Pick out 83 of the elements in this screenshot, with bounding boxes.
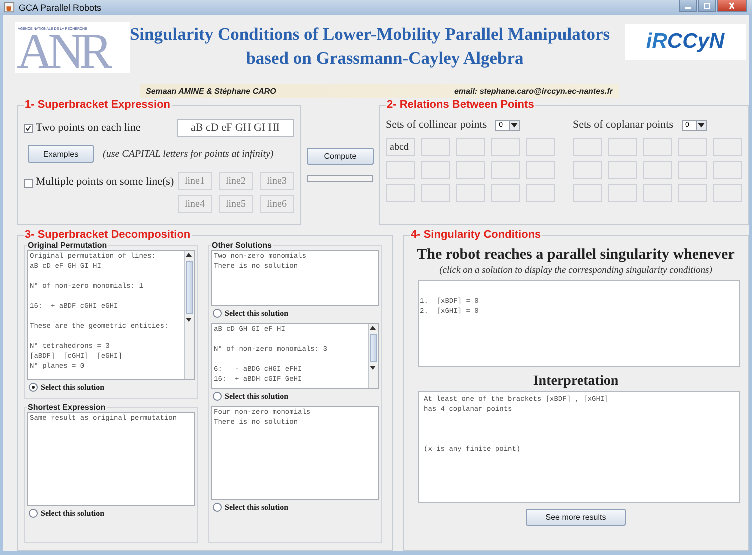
scrollbar[interactable] xyxy=(184,251,194,379)
sets-label: Sets of collinear points xyxy=(386,119,488,131)
caret-icon xyxy=(509,120,520,130)
expression-field[interactable]: aB cD eF GH GI HI xyxy=(177,119,294,137)
radio-button[interactable] xyxy=(213,392,222,400)
sets-label: Sets of coplanar points xyxy=(573,119,674,131)
section-title: 4- Singularity Conditions xyxy=(410,229,542,241)
app-title: based on Grassmann-Cayley Algebra xyxy=(245,47,525,70)
point-set-field[interactable] xyxy=(643,184,672,202)
hint-text: (use CAPITAL letters for points at infinity) xyxy=(103,148,274,160)
point-set-field[interactable] xyxy=(386,161,415,179)
point-set-field[interactable] xyxy=(421,184,450,202)
point-set-field[interactable]: abcd xyxy=(386,138,415,156)
scroll-up-icon[interactable] xyxy=(369,324,377,332)
section-title: 1- Superbracket Expression xyxy=(24,99,172,111)
point-set-field[interactable] xyxy=(713,138,742,156)
checkbox-label: Two points on each line xyxy=(36,122,141,134)
hint-text: (click on a solution to display the corresponding singularity conditions) xyxy=(438,266,714,276)
section-title: 2- Relations Between Points xyxy=(386,99,536,111)
point-set-field[interactable] xyxy=(421,138,450,156)
caret-icon xyxy=(696,120,706,130)
point-set-field[interactable] xyxy=(526,161,555,179)
logo-letters: CCyN xyxy=(667,30,725,54)
authors-text: Semaan AMINE & Stéphane CARO xyxy=(146,86,276,96)
point-set-field[interactable] xyxy=(678,138,707,156)
email-text: email: stephane.caro@irccyn.ec-nantes.fr xyxy=(454,86,613,96)
scroll-up-icon[interactable] xyxy=(185,251,193,259)
point-set-field[interactable] xyxy=(526,138,555,156)
close-button[interactable] xyxy=(717,0,747,12)
conditions-heading: The robot reaches a parallel singularity whenever xyxy=(416,247,736,264)
point-set-field[interactable] xyxy=(608,138,637,156)
radio-button[interactable] xyxy=(213,308,222,318)
point-set-field[interactable] xyxy=(678,161,707,179)
panel-title: Other Solutions xyxy=(211,241,273,250)
point-set-field[interactable] xyxy=(713,184,742,202)
checkbox[interactable] xyxy=(24,124,33,132)
scroll-down-icon[interactable] xyxy=(185,316,193,324)
maximize-icon xyxy=(702,2,712,10)
radio-label: Select this solution xyxy=(225,392,289,400)
point-set-field[interactable] xyxy=(713,161,742,179)
compute-button[interactable]: Compute xyxy=(307,148,374,165)
point-set-field[interactable] xyxy=(608,184,637,202)
point-set-field[interactable] xyxy=(421,161,450,179)
point-set-field[interactable] xyxy=(386,184,415,202)
radio-label: Select this solution xyxy=(41,508,105,518)
point-set-field[interactable] xyxy=(608,161,637,179)
point-set-field[interactable] xyxy=(456,138,485,156)
point-set-field[interactable] xyxy=(573,161,602,179)
radio-label: Select this solution xyxy=(225,308,289,318)
point-set-field[interactable] xyxy=(491,161,520,179)
interpretation-heading: Interpretation xyxy=(532,374,620,390)
point-set-field[interactable] xyxy=(573,184,602,202)
scroll-down-icon[interactable] xyxy=(369,364,377,372)
app-title: Singularity Conditions of Lower-Mobility Parallel Manipulators xyxy=(128,23,612,46)
coffee-cup-icon xyxy=(4,2,15,13)
section-title: 3- Superbracket Decomposition xyxy=(24,229,192,241)
point-set-field[interactable] xyxy=(456,184,485,202)
radio-button[interactable] xyxy=(29,508,38,518)
logo-letters: ANR xyxy=(17,31,110,71)
panel-title: Shortest Expression xyxy=(27,403,107,412)
point-set-field[interactable] xyxy=(643,138,672,156)
close-icon xyxy=(727,2,737,10)
radio-label: Select this solution xyxy=(225,502,289,512)
checkbox[interactable] xyxy=(24,179,33,188)
point-set-field[interactable] xyxy=(573,138,602,156)
point-set-field[interactable] xyxy=(526,184,555,202)
logo-letters: iR xyxy=(646,30,668,54)
panel-title: Original Permutation xyxy=(27,241,108,250)
scrollbar[interactable] xyxy=(368,324,378,388)
radio-label: Select this solution xyxy=(41,382,105,392)
see-more-button[interactable]: See more results xyxy=(526,509,626,526)
point-set-field[interactable] xyxy=(456,161,485,179)
point-set-field[interactable] xyxy=(491,138,520,156)
checkbox-label: Multiple points on some line(s) xyxy=(36,176,174,188)
radio-button[interactable] xyxy=(213,502,222,512)
radio-button[interactable] xyxy=(29,382,38,392)
maximize-button[interactable] xyxy=(698,0,716,12)
point-set-field[interactable] xyxy=(491,184,520,202)
examples-button[interactable]: Examples xyxy=(28,145,94,163)
point-set-field[interactable] xyxy=(678,184,707,202)
minimize-button[interactable] xyxy=(679,0,697,12)
window-title: GCA Parallel Robots xyxy=(19,2,102,12)
point-set-field[interactable] xyxy=(643,161,672,179)
